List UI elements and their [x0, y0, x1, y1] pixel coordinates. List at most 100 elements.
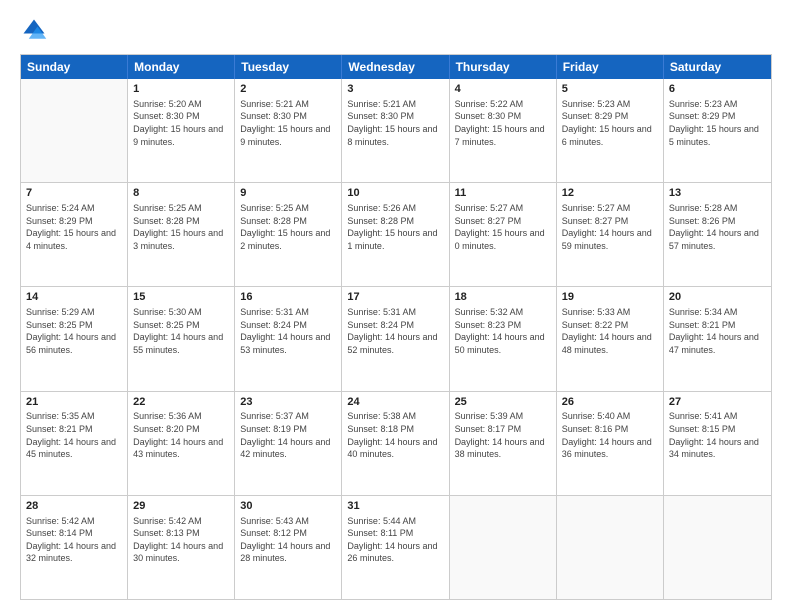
day-number: 21	[26, 395, 122, 410]
day-number: 8	[133, 186, 229, 201]
cal-cell: 2Sunrise: 5:21 AMSunset: 8:30 PMDaylight…	[235, 79, 342, 182]
cal-cell: 24Sunrise: 5:38 AMSunset: 8:18 PMDayligh…	[342, 392, 449, 495]
day-number: 28	[26, 499, 122, 514]
day-info: Sunrise: 5:30 AMSunset: 8:25 PMDaylight:…	[133, 306, 229, 356]
cal-cell: 27Sunrise: 5:41 AMSunset: 8:15 PMDayligh…	[664, 392, 771, 495]
page: SundayMondayTuesdayWednesdayThursdayFrid…	[0, 0, 792, 612]
day-info: Sunrise: 5:31 AMSunset: 8:24 PMDaylight:…	[347, 306, 443, 356]
cal-cell: 6Sunrise: 5:23 AMSunset: 8:29 PMDaylight…	[664, 79, 771, 182]
day-number: 11	[455, 186, 551, 201]
calendar-body: 1Sunrise: 5:20 AMSunset: 8:30 PMDaylight…	[21, 79, 771, 599]
cal-cell	[450, 496, 557, 599]
day-number: 15	[133, 290, 229, 305]
cal-cell	[21, 79, 128, 182]
cal-cell: 17Sunrise: 5:31 AMSunset: 8:24 PMDayligh…	[342, 287, 449, 390]
day-info: Sunrise: 5:27 AMSunset: 8:27 PMDaylight:…	[562, 202, 658, 252]
header-cell-sunday: Sunday	[21, 55, 128, 79]
day-info: Sunrise: 5:24 AMSunset: 8:29 PMDaylight:…	[26, 202, 122, 252]
cal-cell: 16Sunrise: 5:31 AMSunset: 8:24 PMDayligh…	[235, 287, 342, 390]
day-info: Sunrise: 5:29 AMSunset: 8:25 PMDaylight:…	[26, 306, 122, 356]
cal-cell: 1Sunrise: 5:20 AMSunset: 8:30 PMDaylight…	[128, 79, 235, 182]
cal-cell: 18Sunrise: 5:32 AMSunset: 8:23 PMDayligh…	[450, 287, 557, 390]
day-number: 10	[347, 186, 443, 201]
day-number: 24	[347, 395, 443, 410]
cal-cell: 28Sunrise: 5:42 AMSunset: 8:14 PMDayligh…	[21, 496, 128, 599]
day-number: 27	[669, 395, 766, 410]
day-info: Sunrise: 5:33 AMSunset: 8:22 PMDaylight:…	[562, 306, 658, 356]
day-number: 13	[669, 186, 766, 201]
day-number: 9	[240, 186, 336, 201]
cal-cell: 19Sunrise: 5:33 AMSunset: 8:22 PMDayligh…	[557, 287, 664, 390]
cal-cell: 21Sunrise: 5:35 AMSunset: 8:21 PMDayligh…	[21, 392, 128, 495]
day-info: Sunrise: 5:42 AMSunset: 8:13 PMDaylight:…	[133, 515, 229, 565]
cal-cell: 5Sunrise: 5:23 AMSunset: 8:29 PMDaylight…	[557, 79, 664, 182]
cal-cell: 22Sunrise: 5:36 AMSunset: 8:20 PMDayligh…	[128, 392, 235, 495]
cal-cell: 8Sunrise: 5:25 AMSunset: 8:28 PMDaylight…	[128, 183, 235, 286]
day-info: Sunrise: 5:21 AMSunset: 8:30 PMDaylight:…	[240, 98, 336, 148]
day-number: 30	[240, 499, 336, 514]
cal-week-5: 28Sunrise: 5:42 AMSunset: 8:14 PMDayligh…	[21, 496, 771, 599]
cal-cell: 25Sunrise: 5:39 AMSunset: 8:17 PMDayligh…	[450, 392, 557, 495]
day-number: 29	[133, 499, 229, 514]
day-info: Sunrise: 5:43 AMSunset: 8:12 PMDaylight:…	[240, 515, 336, 565]
day-info: Sunrise: 5:25 AMSunset: 8:28 PMDaylight:…	[133, 202, 229, 252]
day-info: Sunrise: 5:39 AMSunset: 8:17 PMDaylight:…	[455, 410, 551, 460]
day-number: 26	[562, 395, 658, 410]
cal-cell: 26Sunrise: 5:40 AMSunset: 8:16 PMDayligh…	[557, 392, 664, 495]
cal-cell: 7Sunrise: 5:24 AMSunset: 8:29 PMDaylight…	[21, 183, 128, 286]
day-info: Sunrise: 5:31 AMSunset: 8:24 PMDaylight:…	[240, 306, 336, 356]
day-number: 5	[562, 82, 658, 97]
day-number: 12	[562, 186, 658, 201]
day-info: Sunrise: 5:28 AMSunset: 8:26 PMDaylight:…	[669, 202, 766, 252]
day-number: 22	[133, 395, 229, 410]
cal-cell: 29Sunrise: 5:42 AMSunset: 8:13 PMDayligh…	[128, 496, 235, 599]
day-info: Sunrise: 5:34 AMSunset: 8:21 PMDaylight:…	[669, 306, 766, 356]
cal-cell: 15Sunrise: 5:30 AMSunset: 8:25 PMDayligh…	[128, 287, 235, 390]
day-info: Sunrise: 5:25 AMSunset: 8:28 PMDaylight:…	[240, 202, 336, 252]
day-number: 20	[669, 290, 766, 305]
cal-cell: 20Sunrise: 5:34 AMSunset: 8:21 PMDayligh…	[664, 287, 771, 390]
day-number: 7	[26, 186, 122, 201]
header	[20, 16, 772, 44]
cal-cell: 3Sunrise: 5:21 AMSunset: 8:30 PMDaylight…	[342, 79, 449, 182]
header-cell-thursday: Thursday	[450, 55, 557, 79]
header-cell-tuesday: Tuesday	[235, 55, 342, 79]
day-info: Sunrise: 5:27 AMSunset: 8:27 PMDaylight:…	[455, 202, 551, 252]
cal-cell: 4Sunrise: 5:22 AMSunset: 8:30 PMDaylight…	[450, 79, 557, 182]
day-number: 23	[240, 395, 336, 410]
day-info: Sunrise: 5:35 AMSunset: 8:21 PMDaylight:…	[26, 410, 122, 460]
day-number: 14	[26, 290, 122, 305]
header-cell-wednesday: Wednesday	[342, 55, 449, 79]
day-number: 4	[455, 82, 551, 97]
day-number: 31	[347, 499, 443, 514]
header-cell-saturday: Saturday	[664, 55, 771, 79]
day-info: Sunrise: 5:26 AMSunset: 8:28 PMDaylight:…	[347, 202, 443, 252]
cal-cell: 23Sunrise: 5:37 AMSunset: 8:19 PMDayligh…	[235, 392, 342, 495]
day-info: Sunrise: 5:23 AMSunset: 8:29 PMDaylight:…	[562, 98, 658, 148]
day-number: 19	[562, 290, 658, 305]
header-cell-monday: Monday	[128, 55, 235, 79]
cal-week-2: 7Sunrise: 5:24 AMSunset: 8:29 PMDaylight…	[21, 183, 771, 287]
day-info: Sunrise: 5:21 AMSunset: 8:30 PMDaylight:…	[347, 98, 443, 148]
logo-icon	[20, 16, 48, 44]
day-info: Sunrise: 5:36 AMSunset: 8:20 PMDaylight:…	[133, 410, 229, 460]
cal-week-4: 21Sunrise: 5:35 AMSunset: 8:21 PMDayligh…	[21, 392, 771, 496]
day-info: Sunrise: 5:40 AMSunset: 8:16 PMDaylight:…	[562, 410, 658, 460]
day-number: 3	[347, 82, 443, 97]
day-info: Sunrise: 5:37 AMSunset: 8:19 PMDaylight:…	[240, 410, 336, 460]
day-info: Sunrise: 5:22 AMSunset: 8:30 PMDaylight:…	[455, 98, 551, 148]
header-cell-friday: Friday	[557, 55, 664, 79]
day-info: Sunrise: 5:41 AMSunset: 8:15 PMDaylight:…	[669, 410, 766, 460]
day-number: 2	[240, 82, 336, 97]
cal-cell: 12Sunrise: 5:27 AMSunset: 8:27 PMDayligh…	[557, 183, 664, 286]
day-number: 17	[347, 290, 443, 305]
cal-week-3: 14Sunrise: 5:29 AMSunset: 8:25 PMDayligh…	[21, 287, 771, 391]
day-number: 25	[455, 395, 551, 410]
day-number: 6	[669, 82, 766, 97]
calendar-header: SundayMondayTuesdayWednesdayThursdayFrid…	[21, 55, 771, 79]
day-number: 1	[133, 82, 229, 97]
day-info: Sunrise: 5:32 AMSunset: 8:23 PMDaylight:…	[455, 306, 551, 356]
day-info: Sunrise: 5:42 AMSunset: 8:14 PMDaylight:…	[26, 515, 122, 565]
cal-cell: 31Sunrise: 5:44 AMSunset: 8:11 PMDayligh…	[342, 496, 449, 599]
cal-cell: 30Sunrise: 5:43 AMSunset: 8:12 PMDayligh…	[235, 496, 342, 599]
